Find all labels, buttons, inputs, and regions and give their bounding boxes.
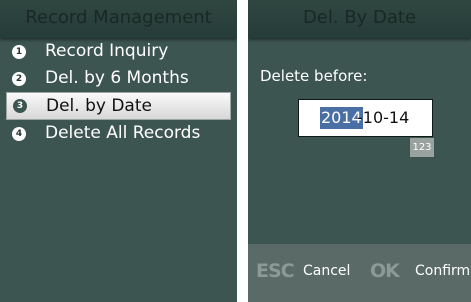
menu-item-record-inquiry[interactable]: 1 Record Inquiry	[0, 38, 237, 65]
menu-item-label: Del. by Date	[46, 96, 152, 116]
softkey-bar: ESC Cancel OK Confirm	[248, 244, 471, 302]
number-1-icon: 1	[12, 45, 26, 59]
confirm-softkey[interactable]: Confirm	[415, 262, 470, 280]
input-mode-badge: 123	[410, 138, 434, 157]
ok-key-icon[interactable]: OK	[370, 260, 400, 282]
menu-item-del-by-date[interactable]: 3 Del. by Date	[6, 92, 231, 120]
number-3-icon: 3	[13, 99, 27, 113]
menu-item-delete-all-records[interactable]: 4 Delete All Records	[0, 120, 237, 147]
menu-item-label: Record Inquiry	[45, 41, 169, 61]
delete-by-date-screen: Del. By Date Delete before: 2014 -10-14 …	[248, 0, 471, 302]
date-input[interactable]: 2014 -10-14	[298, 99, 433, 137]
delete-before-label: Delete before:	[260, 67, 368, 85]
record-management-screen: Record Management 1 Record Inquiry 2 Del…	[0, 0, 237, 302]
screen-title: Record Management	[0, 0, 237, 38]
record-menu: 1 Record Inquiry 2 Del. by 6 Months 3 De…	[0, 38, 237, 147]
menu-item-del-by-6-months[interactable]: 2 Del. by 6 Months	[0, 65, 237, 92]
date-month-day: -10-14	[357, 108, 410, 127]
menu-item-label: Del. by 6 Months	[45, 68, 189, 88]
menu-item-label: Delete All Records	[45, 123, 201, 143]
esc-key-icon[interactable]: ESC	[256, 260, 295, 282]
screen-title: Del. By Date	[248, 0, 471, 38]
number-4-icon: 4	[12, 127, 26, 141]
number-2-icon: 2	[12, 72, 26, 86]
cancel-softkey[interactable]: Cancel	[303, 262, 350, 280]
